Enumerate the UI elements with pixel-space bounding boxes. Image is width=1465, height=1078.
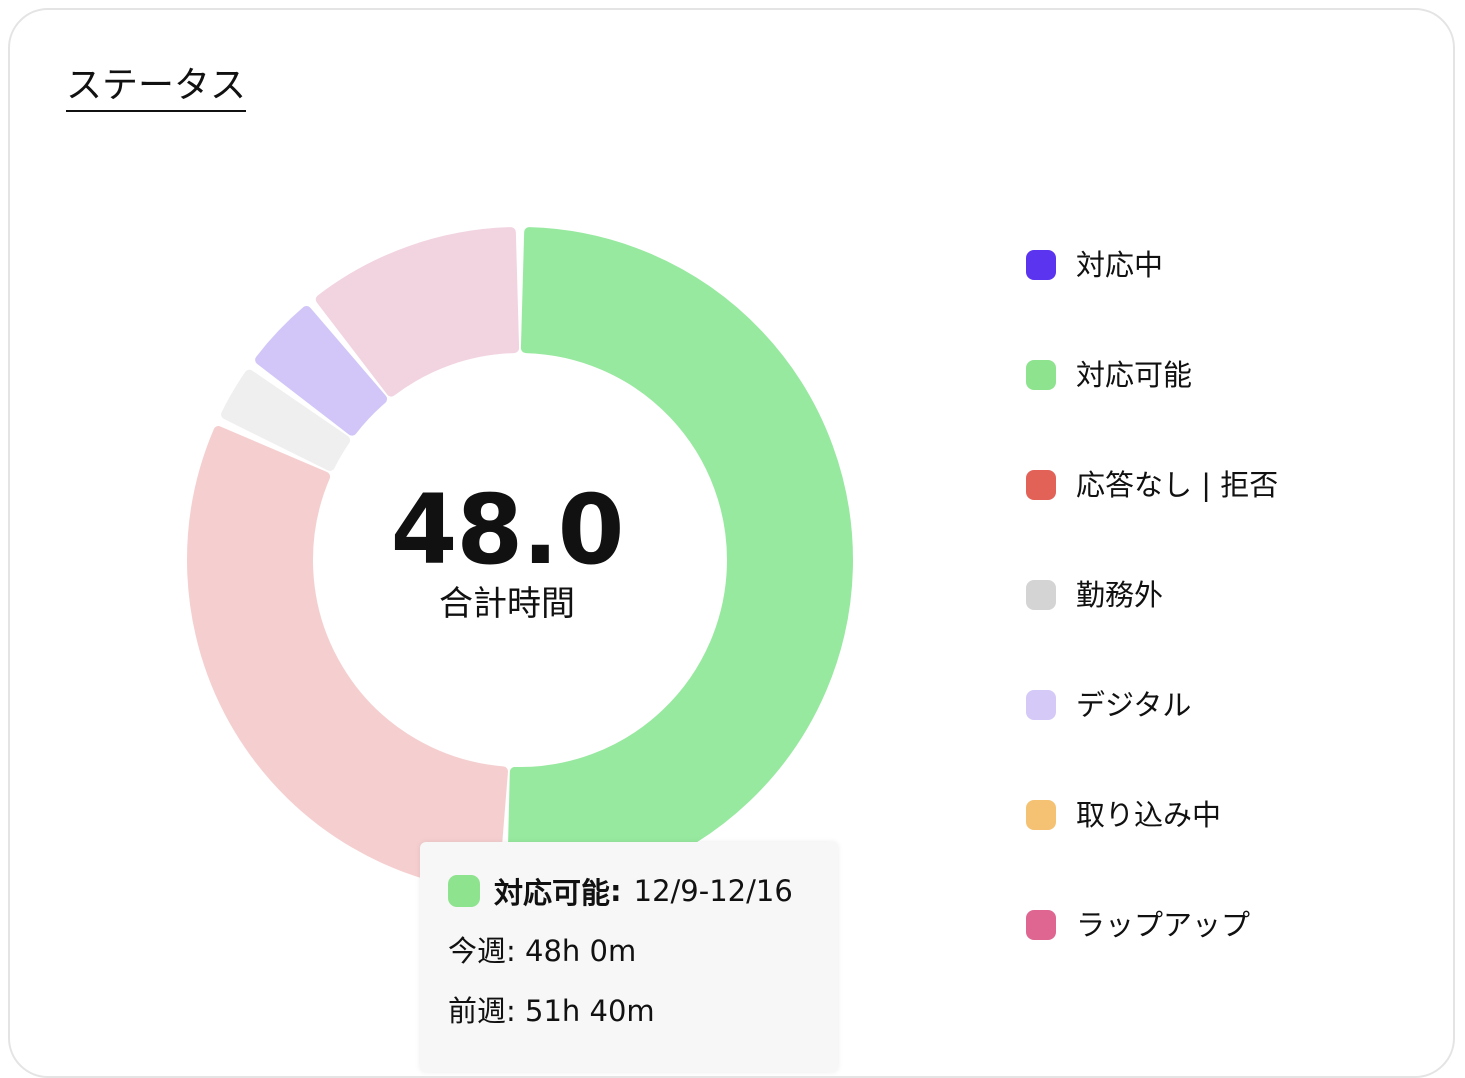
tooltip-last-week: 前週: 51h 40m xyxy=(448,988,655,1030)
legend-swatch xyxy=(1026,250,1056,280)
tooltip-header: 対応可能: 12/9-12/16 xyxy=(448,870,793,912)
tooltip-last-week-label: 前週: xyxy=(448,994,516,1028)
legend-swatch xyxy=(1026,360,1056,390)
tooltip-this-week-label: 今週: xyxy=(448,934,516,968)
legend-swatch xyxy=(1026,690,1056,720)
chart-tooltip: 対応可能: 12/9-12/16 今週: 48h 0m 前週: 51h 40m xyxy=(420,842,838,1072)
legend-item[interactable]: 取り込み中 xyxy=(1026,760,1278,870)
legend-item[interactable]: 対応中 xyxy=(1026,210,1278,320)
legend-item[interactable]: 応答なし | 拒否 xyxy=(1026,430,1278,540)
legend-label: デジタル xyxy=(1076,688,1192,722)
tooltip-date-range: 12/9-12/16 xyxy=(633,874,793,908)
tooltip-colon: : xyxy=(610,874,622,908)
total-hours-value: 48.0 xyxy=(390,474,625,586)
legend-item[interactable]: 勤務外 xyxy=(1026,540,1278,650)
legend-label: 応答なし | 拒否 xyxy=(1076,468,1279,502)
legend-swatch xyxy=(1026,470,1056,500)
legend-label: 取り込み中 xyxy=(1076,798,1222,832)
chart-legend: 対応中対応可能応答なし | 拒否 勤務外デジタル取り込み中ラップアップ xyxy=(1026,210,1278,980)
tooltip-this-week-value: 48h 0m xyxy=(525,934,637,968)
total-hours-label: 合計時間 xyxy=(439,584,575,624)
legend-swatch xyxy=(1026,580,1056,610)
tooltip-this-week: 今週: 48h 0m xyxy=(448,928,636,970)
legend-label: 勤務外 xyxy=(1076,578,1164,612)
legend-label: ラップアップ xyxy=(1076,908,1251,942)
legend-item[interactable]: ラップアップ xyxy=(1026,870,1278,980)
legend-swatch xyxy=(1026,910,1056,940)
tooltip-last-week-value: 51h 40m xyxy=(525,994,655,1028)
legend-item[interactable]: デジタル xyxy=(1026,650,1278,760)
tooltip-series-name: 対応可能 xyxy=(494,876,611,910)
legend-label: 対応可能 xyxy=(1076,358,1193,392)
legend-swatch xyxy=(1026,800,1056,830)
legend-label: 対応中 xyxy=(1076,248,1164,282)
card-title[interactable]: ステータス xyxy=(66,62,247,112)
legend-item[interactable]: 対応可能 xyxy=(1026,320,1278,430)
tooltip-color-swatch xyxy=(448,875,480,907)
